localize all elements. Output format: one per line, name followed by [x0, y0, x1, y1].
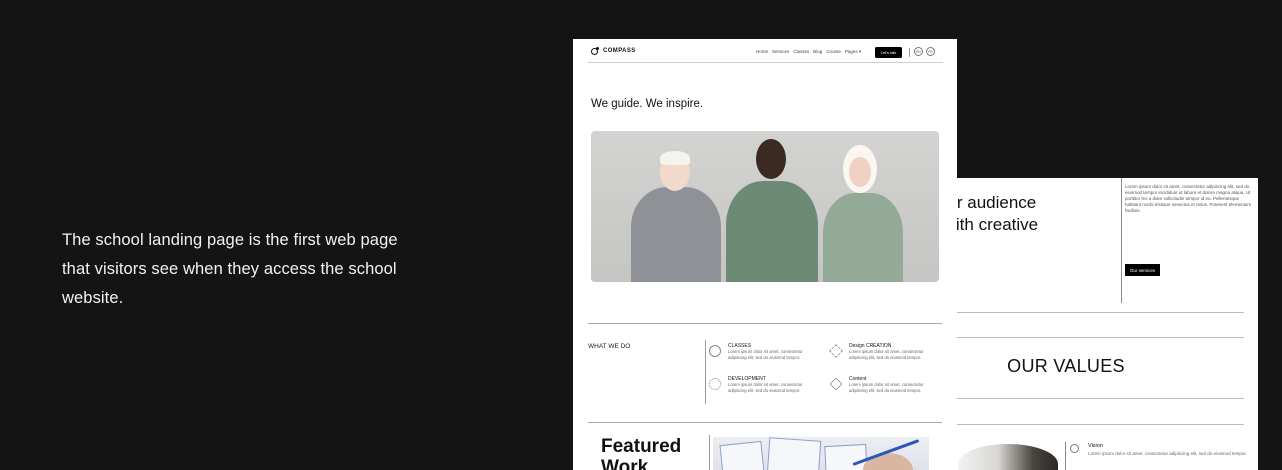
- our-services-button[interactable]: Our services: [1125, 264, 1160, 276]
- mission-body-text: Lorem ipsum dolor sit amet, consectetur …: [1125, 184, 1252, 213]
- compass-logo-icon: [591, 47, 599, 55]
- nav-link-pages[interactable]: Pages ▾: [845, 49, 861, 55]
- nav-link-course[interactable]: Course: [826, 49, 841, 55]
- featured-work-image: [713, 437, 929, 470]
- landing-page-mockup: COMPASS Home Services Classes Blog Cours…: [573, 39, 957, 470]
- circle-pattern-icon: [709, 345, 721, 357]
- divider: [909, 48, 910, 57]
- wireframe-sketch: [824, 443, 868, 470]
- featured-line: Featured: [601, 436, 682, 457]
- nav-link-home[interactable]: Home: [756, 49, 768, 55]
- nav-link-blog[interactable]: Blog: [813, 49, 822, 55]
- eye-icon: [1070, 444, 1079, 453]
- language-en-button[interactable]: EN: [914, 47, 923, 56]
- values-heading: OUR VALUES: [1007, 356, 1125, 376]
- divider: [705, 340, 706, 404]
- divider: [588, 62, 943, 63]
- service-text: Lorem ipsum dolor sit amet, consectetur …: [728, 382, 803, 393]
- divider: [588, 323, 942, 324]
- lets-talk-button[interactable]: Let's talk: [875, 47, 902, 58]
- wireframe-sketch: [719, 440, 765, 470]
- values-image: [958, 444, 1058, 470]
- navbar: COMPASS Home Services Classes Blog Cours…: [573, 39, 957, 63]
- nav-link-classes[interactable]: Classes: [793, 49, 809, 55]
- layers-icon: [829, 344, 843, 358]
- featured-line: Work: [601, 457, 649, 470]
- service-text: Lorem ipsum dolor sit amet, consectetur …: [728, 349, 803, 360]
- sparkle-icon: [829, 377, 843, 391]
- intro-text: The school landing page is the first web…: [62, 231, 398, 307]
- logo-text[interactable]: COMPASS: [603, 48, 636, 54]
- wireframe-sketch: [766, 437, 822, 470]
- featured-work-heading: Featured Work: [601, 436, 681, 470]
- nav-menu: Home Services Classes Blog Course Pages …: [756, 49, 861, 55]
- divider: [954, 398, 1244, 399]
- page-tagline: We guide. We inspire.: [591, 98, 704, 110]
- divider: [588, 422, 942, 423]
- divider: [954, 424, 1244, 425]
- service-text: Lorem ipsum dolor sit amet, consectetur …: [849, 349, 924, 360]
- hero-image: [591, 131, 939, 282]
- divider: [709, 435, 710, 470]
- secondary-page-mockup: lp our audience ed with creative g. Lore…: [930, 178, 1258, 470]
- spiral-icon: [709, 378, 721, 390]
- language-fr-button[interactable]: FR: [926, 47, 935, 56]
- divider: [1065, 442, 1066, 470]
- divider: [954, 312, 1244, 313]
- divider: [1121, 178, 1122, 303]
- divider: [954, 337, 1244, 338]
- what-we-do-heading: WHAT WE DO: [588, 343, 631, 350]
- vision-text: Lorem ipsum dolor sit amet, consectetur …: [1088, 451, 1247, 456]
- vision-title: Vision: [1088, 443, 1103, 449]
- service-text: Lorem ipsum dolor sit amet, consectetur …: [849, 382, 924, 393]
- nav-link-services[interactable]: Services: [772, 49, 789, 55]
